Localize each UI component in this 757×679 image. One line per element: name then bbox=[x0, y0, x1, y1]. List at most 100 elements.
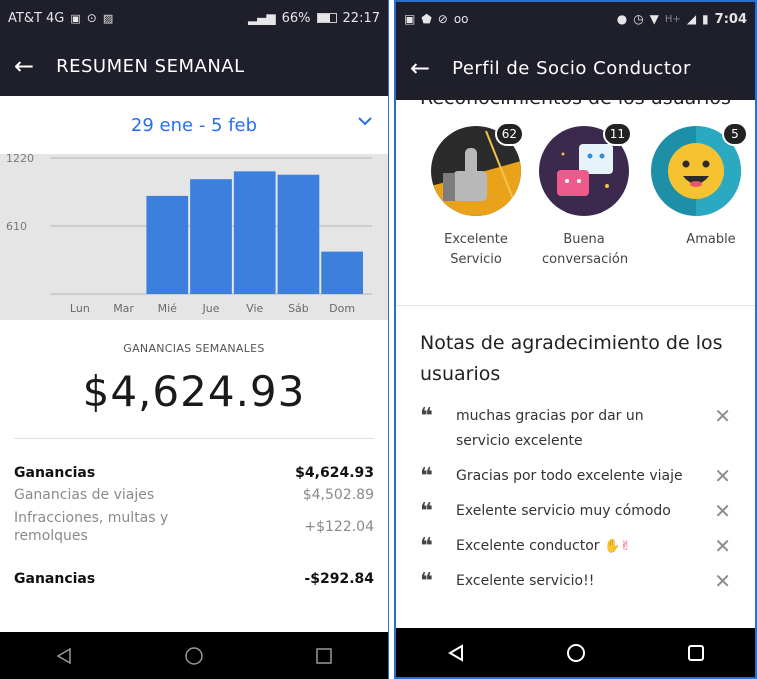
bar-chart-svg: 1220 610 Lun Mar Mié Jue Vie Sáb Dom bbox=[6, 152, 372, 315]
badge-buena-conversacion[interactable]: 11 Buena conversación bbox=[528, 122, 640, 270]
note-item: ❝ muchas gracias por dar un servicio exc… bbox=[420, 404, 731, 454]
signal-icon: ▂▄▆ bbox=[247, 11, 276, 25]
earnings-deduction-value: -$292.84 bbox=[304, 571, 374, 587]
infractions-row: Infracciones, multas y remolques +$122.0… bbox=[14, 509, 374, 545]
sim-icon: ▣ bbox=[70, 11, 81, 25]
status-bar: AT&T 4G ▣ ⊙ ▨ ▂▄▆ 66% 22:17 bbox=[0, 0, 388, 36]
back-nav-icon[interactable] bbox=[447, 643, 465, 662]
back-arrow-icon[interactable]: ← bbox=[14, 54, 34, 78]
divider bbox=[396, 305, 755, 306]
x-tick-label: Mié bbox=[158, 302, 178, 315]
dismiss-note-icon[interactable]: ✕ bbox=[705, 569, 731, 594]
android-nav-bar bbox=[0, 632, 388, 679]
voicemail-icon: oo bbox=[453, 12, 469, 26]
location-icon: ⊙ bbox=[86, 11, 97, 25]
quote-icon: ❝ bbox=[420, 569, 433, 594]
quote-icon: ❝ bbox=[420, 499, 433, 524]
earnings-total-value: $4,624.93 bbox=[295, 465, 374, 481]
dismiss-note-icon[interactable]: ✕ bbox=[705, 534, 731, 559]
divider bbox=[14, 438, 374, 439]
dismiss-note-icon[interactable]: ✕ bbox=[705, 499, 731, 524]
note-text: Gracias por todo excelente viaje bbox=[456, 468, 683, 484]
note-item: ❝ Excelente conductor ✋✌ ✕ bbox=[420, 534, 731, 559]
note-item: ❝ Exelente servicio muy cómodo ✕ bbox=[420, 499, 731, 524]
trip-earnings-label: Ganancias de viajes bbox=[14, 487, 155, 503]
trip-earnings-row: Ganancias de viajes $4,502.89 bbox=[14, 487, 374, 503]
clock: 7:04 bbox=[714, 11, 747, 27]
date-range-selector[interactable]: 29 ene - 5 feb bbox=[0, 96, 388, 154]
recents-nav-icon[interactable] bbox=[687, 644, 705, 662]
bar-vie bbox=[233, 171, 276, 294]
app-bar: ← RESUMEN SEMANAL bbox=[0, 36, 388, 96]
bar-sáb bbox=[277, 174, 320, 294]
badge-count: 5 bbox=[722, 122, 748, 146]
y-tick-label: 1220 bbox=[6, 154, 34, 165]
weekly-earnings-chart: 1220 610 Lun Mar Mié Jue Vie Sáb Dom bbox=[0, 152, 388, 320]
badge-count: 62 bbox=[494, 122, 524, 146]
back-nav-icon[interactable] bbox=[55, 647, 73, 665]
x-tick-label: Mar bbox=[113, 302, 134, 315]
battery-percent: 66% bbox=[281, 10, 311, 26]
quote-icon: ❝ bbox=[420, 464, 433, 489]
infractions-label: Infracciones, multas y remolques bbox=[14, 510, 169, 544]
bar-mié bbox=[146, 195, 189, 294]
summary-value: $4,624.93 bbox=[82, 367, 306, 416]
quote-icon: ❝ bbox=[420, 404, 433, 429]
badge-label: Buena conversación bbox=[542, 232, 629, 267]
date-range-label: 29 ene - 5 feb bbox=[130, 114, 258, 136]
battery-icon: ▮ bbox=[702, 12, 709, 26]
x-tick-label: Jue bbox=[202, 302, 220, 315]
notes-heading: Notas de agradecimiento de los usuarios bbox=[420, 332, 723, 385]
home-nav-icon[interactable] bbox=[566, 643, 586, 663]
chevron-down-icon bbox=[358, 117, 372, 126]
badge-label: Amable bbox=[686, 232, 736, 247]
x-tick-label: Dom bbox=[329, 302, 355, 315]
badge-label: Excelente Servicio bbox=[444, 232, 508, 267]
wifi-icon: ▼ bbox=[649, 12, 659, 26]
compliments-heading-partial: Reconocimientos de los usuarios bbox=[420, 87, 731, 109]
home-nav-icon[interactable] bbox=[184, 646, 204, 666]
trip-earnings-value: $4,502.89 bbox=[302, 487, 374, 503]
android-nav-bar bbox=[396, 628, 755, 677]
earnings-breakdown: Ganancias $4,624.93 Ganancias de viajes … bbox=[0, 465, 388, 587]
x-tick-label: Sáb bbox=[288, 302, 309, 315]
x-tick-label: Lun bbox=[70, 302, 90, 315]
dismiss-note-icon[interactable]: ✕ bbox=[705, 404, 731, 429]
carrier-label: AT&T 4G bbox=[8, 10, 65, 26]
right-phone-screen: ▣ ⬟ ⊘ oo ● ◷ ▼ H+ ◢ ▮ 7:04 ← Perfil de S… bbox=[394, 0, 757, 679]
earnings-deduction-row: Ganancias -$292.84 bbox=[14, 571, 374, 587]
badge-amable[interactable]: 5 Amable bbox=[640, 122, 752, 250]
note-text: Exelente servicio muy cómodo bbox=[456, 503, 671, 519]
shield-icon: ⬟ bbox=[421, 12, 432, 26]
page-title: Perfil de Socio Conductor bbox=[452, 57, 691, 79]
note-text: Excelente conductor bbox=[456, 538, 600, 554]
weekly-summary: GANANCIAS SEMANALES $4,624.93 bbox=[0, 320, 388, 416]
note-text: Excelente servicio!! bbox=[456, 573, 595, 589]
network-type: H+ bbox=[664, 13, 681, 25]
quote-icon: ❝ bbox=[420, 534, 433, 559]
thank-you-notes-section: Notas de agradecimiento de los usuarios … bbox=[396, 328, 755, 594]
clapping-hands-icon: ✋✌ bbox=[603, 539, 632, 554]
alarm-icon: ◷ bbox=[633, 12, 644, 26]
compliments-section: Reconocimientos de los usuarios 62 Excel… bbox=[396, 87, 755, 305]
summary-label: GANANCIAS SEMANALES bbox=[123, 342, 265, 355]
status-bar: ▣ ⬟ ⊘ oo ● ◷ ▼ H+ ◢ ▮ 7:04 bbox=[396, 2, 755, 36]
badge-excelente-servicio[interactable]: 62 Excelente Servicio bbox=[420, 122, 532, 270]
image-icon: ▣ bbox=[404, 12, 416, 26]
clock: 22:17 bbox=[342, 10, 380, 26]
y-tick-label: 610 bbox=[6, 220, 27, 233]
location-icon: ● bbox=[616, 12, 628, 26]
badge-count: 11 bbox=[602, 122, 632, 146]
image-icon: ▨ bbox=[102, 11, 114, 25]
earnings-total-row: Ganancias $4,624.93 bbox=[14, 465, 374, 481]
mute-icon: ⊘ bbox=[437, 12, 448, 26]
signal-icon: ◢ bbox=[686, 12, 697, 26]
earnings-total-label: Ganancias bbox=[14, 465, 96, 481]
battery-icon bbox=[316, 13, 337, 23]
x-tick-label: Vie bbox=[246, 302, 263, 315]
back-arrow-icon[interactable]: ← bbox=[410, 56, 430, 80]
recents-nav-icon[interactable] bbox=[315, 647, 333, 665]
note-text: muchas gracias por dar un servicio excel… bbox=[456, 408, 644, 449]
page-title: RESUMEN SEMANAL bbox=[56, 55, 245, 77]
dismiss-note-icon[interactable]: ✕ bbox=[705, 464, 731, 489]
